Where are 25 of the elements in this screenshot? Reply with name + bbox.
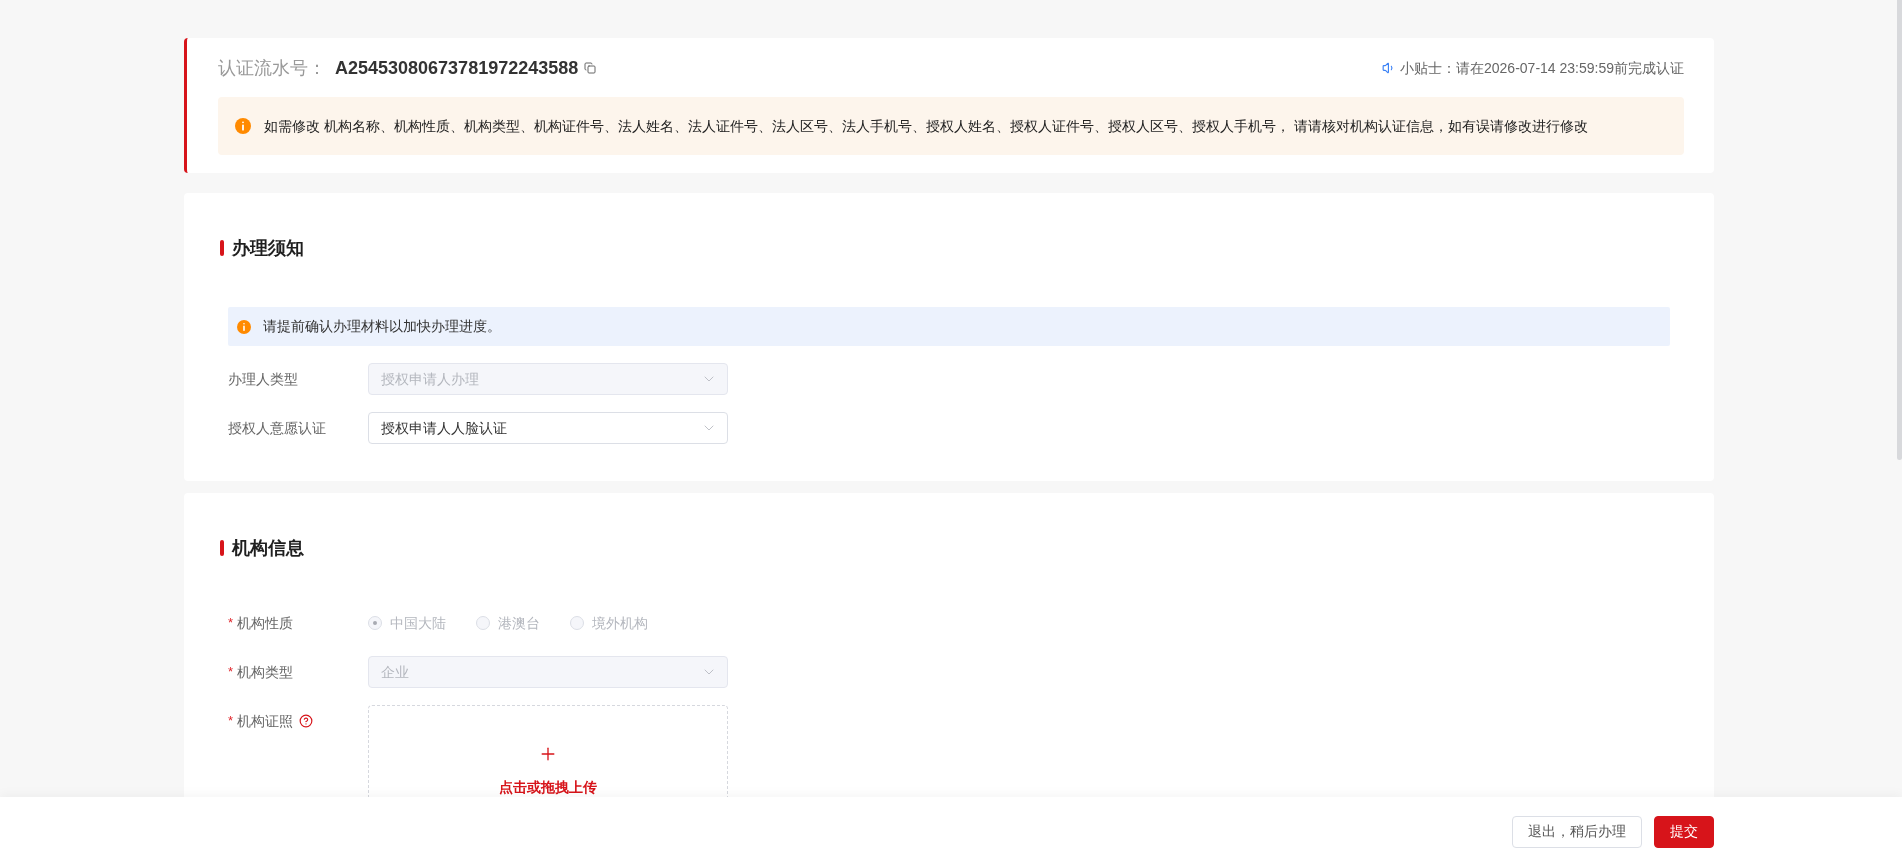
copy-icon[interactable] (584, 62, 597, 74)
select-field[interactable]: 授权申请人人脸认证 (368, 412, 728, 444)
section-title: 机构信息 (232, 536, 304, 560)
title-marker-icon (220, 240, 224, 256)
exit-button[interactable]: 退出，稍后办理 (1512, 815, 1642, 848)
serial-label: 认证流水号： (218, 56, 326, 80)
field-label: 办理人类型 (228, 369, 298, 389)
required-mark: * (228, 714, 234, 728)
serial-number: A25453080673781972243588 (335, 56, 579, 80)
title-marker-icon (220, 540, 224, 556)
submit-button[interactable]: 提交 (1654, 815, 1714, 848)
section-title: 办理须知 (232, 236, 304, 260)
required-mark: * (228, 616, 234, 630)
tip-text: 小贴士：请在2026-07-14 23:59:59前完成认证 (1400, 58, 1684, 78)
help-icon[interactable] (299, 714, 314, 728)
notice-text: 如需修改 机构名称、机构性质、机构类型、机构证件号、法人姓名、法人证件号、法人区号、法人手机号、授权人姓名、授权人证件号、授权人区号、授权人手机号， 请请核对机构认证信息，如有误请修改进行修改 (264, 116, 1588, 136)
required-mark: * (228, 665, 234, 679)
info-icon (235, 118, 251, 134)
field-label: 机构类型 (237, 662, 294, 682)
field-label: 机构证照 (237, 711, 294, 731)
scrollbar-thumb[interactable] (1897, 0, 1902, 460)
field-label: 机构性质 (237, 613, 294, 633)
info-icon (237, 319, 251, 334)
field-label: 授权人意愿认证 (228, 418, 326, 438)
notice-text: 请提前确认办理材料以加快办理进度。 (263, 317, 501, 336)
